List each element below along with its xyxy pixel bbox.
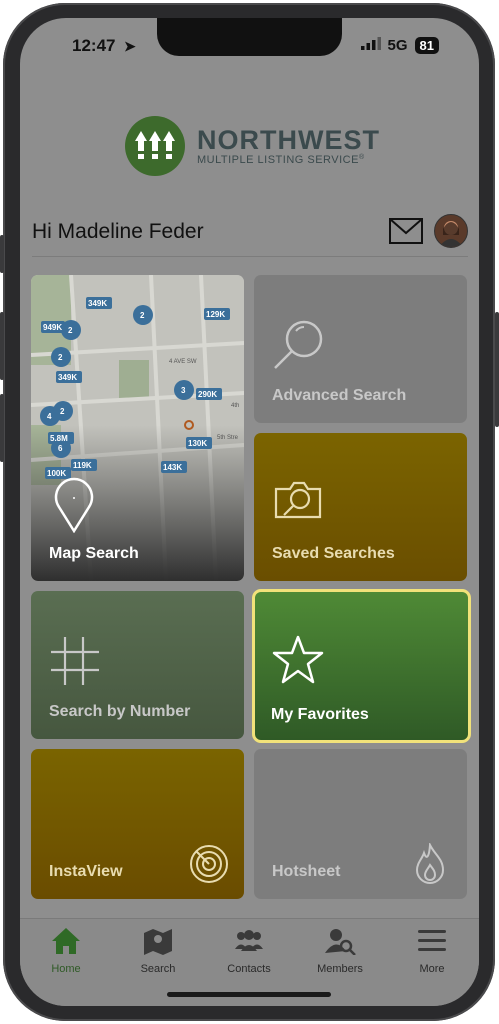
my-favorites-label: My Favorites — [271, 706, 369, 723]
map-cluster-label: 2 — [68, 326, 73, 335]
map-price-label: 119K — [73, 461, 92, 470]
map-cluster-label: 2 — [58, 353, 63, 362]
greeting-text: Hi Madeline Feder — [32, 220, 204, 243]
search-by-number-tile[interactable]: Search by Number — [31, 591, 244, 739]
member-search-icon — [324, 929, 356, 959]
network-type: 5G — [387, 37, 408, 54]
tab-search-label: Search — [140, 963, 176, 975]
tab-search[interactable]: Search — [123, 927, 193, 975]
tab-home-label: Home — [51, 963, 81, 975]
map-price-label: 290K — [198, 390, 217, 399]
magnifier-icon — [272, 317, 326, 376]
search-by-number-label: Search by Number — [49, 703, 191, 720]
contacts-icon — [232, 930, 266, 959]
logo-mark-icon — [125, 116, 185, 176]
map-price-label: 949K — [43, 323, 62, 332]
map-search-label: Map Search — [49, 545, 139, 562]
map-cluster-label: 3 — [181, 386, 186, 395]
map-price-label: 129K — [206, 310, 225, 319]
radar-icon — [188, 843, 230, 890]
hotsheet-label: Hotsheet — [272, 863, 341, 880]
brand-name: NORTHWEST — [197, 124, 380, 155]
map-cluster-label: 2 — [60, 407, 65, 416]
advanced-search-tile[interactable]: Advanced Search — [254, 275, 467, 423]
advanced-search-label: Advanced Search — [272, 387, 407, 404]
signal-icon — [360, 37, 381, 54]
home-indicator — [167, 992, 331, 997]
volume-down-button — [0, 394, 4, 462]
status-time: 12:47 — [72, 36, 116, 55]
map-street-label: 4th — [231, 403, 239, 409]
map-pin-icon — [51, 477, 97, 538]
brand-tagline: MULTIPLE LISTING SERVICE® — [197, 153, 365, 166]
map-street-label: 4 AVE SW — [169, 359, 197, 365]
home-icon — [51, 928, 81, 959]
saved-searches-label: Saved Searches — [272, 545, 395, 562]
power-button — [495, 312, 499, 427]
battery-indicator: 81 — [414, 37, 439, 54]
brand-logo: NORTHWEST MULTIPLE LISTING SERVICE® — [125, 116, 380, 176]
tab-contacts[interactable]: Contacts — [214, 927, 284, 975]
mute-switch — [0, 235, 4, 273]
map-price-label: 130K — [188, 439, 207, 448]
avatar[interactable] — [434, 214, 468, 248]
map-price-label: 349K — [88, 299, 107, 308]
tab-more[interactable]: More — [397, 927, 467, 975]
tab-home[interactable]: Home — [31, 927, 101, 975]
saved-search-icon — [272, 477, 326, 532]
map-search-tile[interactable]: 349K 129K 949K 349K 290K 130K 5.8M 119K … — [31, 275, 244, 581]
my-favorites-tile[interactable]: My Favorites — [252, 589, 471, 743]
divider — [32, 256, 468, 257]
greeting-row: Hi Madeline Feder — [20, 214, 479, 254]
location-arrow-icon: ➤ — [124, 38, 136, 54]
map-street-label: 5th Stre — [217, 435, 239, 441]
menu-icon — [417, 930, 447, 959]
flame-icon — [415, 841, 445, 890]
map-cluster-label: 4 — [47, 412, 52, 421]
map-price-label: 5.8M — [50, 434, 68, 443]
tab-contacts-label: Contacts — [227, 963, 271, 975]
tab-members[interactable]: Members — [305, 927, 375, 975]
saved-searches-tile[interactable]: Saved Searches — [254, 433, 467, 581]
instaview-label: InstaView — [49, 863, 123, 880]
map-cluster-label: 2 — [140, 311, 145, 320]
map-price-label: 143K — [163, 463, 182, 472]
instaview-tile[interactable]: InstaView — [31, 749, 244, 899]
map-icon — [143, 929, 173, 959]
screen: 12:47 ➤ 5G 81 NORTHWEST MULTIPLE LISTING… — [20, 18, 479, 1006]
tab-more-label: More — [419, 963, 445, 975]
map-price-label: 349K — [58, 373, 77, 382]
hotsheet-tile[interactable]: Hotsheet — [254, 749, 467, 899]
map-cluster-label: 6 — [58, 444, 63, 453]
mail-icon[interactable] — [389, 218, 423, 249]
volume-up-button — [0, 312, 4, 380]
star-icon — [271, 634, 325, 691]
hashtag-icon — [49, 635, 101, 692]
tab-members-label: Members — [317, 963, 363, 975]
status-bar: 12:47 ➤ 5G 81 — [20, 36, 479, 60]
